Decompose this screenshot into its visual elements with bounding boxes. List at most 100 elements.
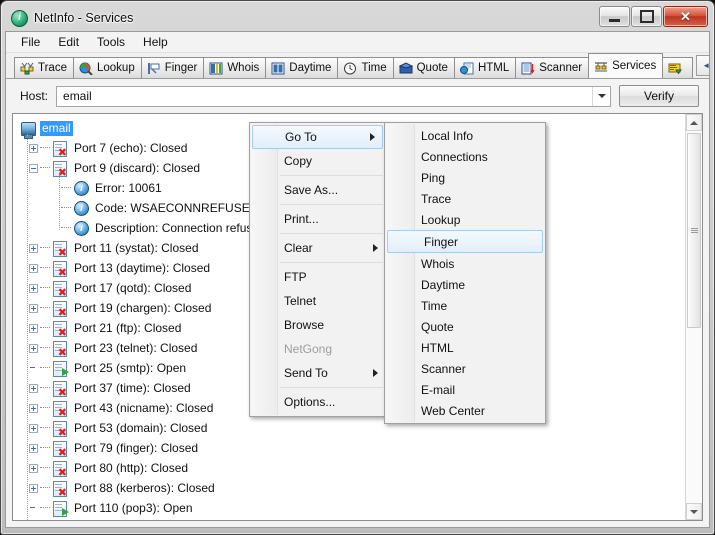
go-to-submenu[interactable]: Local InfoConnectionsPingTraceLookupFing… (384, 122, 546, 424)
submenu-item[interactable]: Connections (385, 146, 545, 167)
maximize-button[interactable] (631, 6, 662, 27)
doc-closed-icon: ✖ (53, 241, 68, 256)
verify-button[interactable]: Verify (619, 85, 699, 107)
expand-plus-icon[interactable] (29, 244, 38, 253)
close-button[interactable]: ✕ (663, 6, 708, 27)
tab-html[interactable]: HTML (454, 57, 516, 78)
scroll-thumb[interactable] (687, 133, 701, 328)
submenu-item[interactable]: Local Info (385, 125, 545, 146)
submenu-item[interactable]: Trace (385, 188, 545, 209)
tab-daytime[interactable]: Daytime (265, 57, 338, 78)
expand-plus-icon[interactable] (29, 324, 38, 333)
submenu-arrow-icon (373, 244, 378, 252)
host-dropdown-button[interactable] (592, 87, 610, 106)
expand-plus-icon[interactable] (29, 264, 38, 273)
tab-services[interactable]: Services (588, 53, 663, 78)
context-menu-item[interactable]: Copy (250, 149, 385, 173)
minimize-button[interactable] (599, 6, 630, 27)
tree-node[interactable]: ✖Port 88 (kerberos): Closed (19, 478, 685, 498)
expand-plus-icon[interactable] (29, 284, 38, 293)
tree-connector (40, 147, 50, 149)
lookup-icon (79, 62, 93, 75)
submenu-arrow-icon (373, 369, 378, 377)
scroll-down-button[interactable] (686, 503, 702, 520)
menu-edit[interactable]: Edit (49, 33, 88, 51)
context-menu-item-label: Options... (284, 395, 335, 409)
expand-plus-icon[interactable] (29, 344, 38, 353)
submenu-item-label: Daytime (421, 278, 465, 292)
tab-time[interactable]: Time (337, 57, 393, 78)
doc-closed-icon: ✖ (53, 141, 68, 156)
title-bar[interactable]: i NetInfo - Services ✕ (5, 5, 710, 31)
collapse-minus-icon[interactable] (29, 164, 38, 173)
expand-plus-icon[interactable] (29, 444, 38, 453)
doc-closed-icon: ✖ (53, 161, 68, 176)
scroll-track[interactable] (686, 131, 702, 503)
menu-file[interactable]: File (12, 33, 49, 51)
tab-scanner[interactable]: Scanner (515, 57, 589, 78)
submenu-item[interactable]: Lookup (385, 209, 545, 230)
context-menu-item-label: Copy (284, 154, 312, 168)
tree-node[interactable]: Port 110 (pop3): Open (19, 498, 685, 518)
chevron-down-icon (598, 94, 606, 98)
context-menu-item[interactable]: Telnet (250, 289, 385, 313)
tree-node[interactable]: ✖Port 79 (finger): Closed (19, 438, 685, 458)
host-combobox[interactable]: email (56, 86, 611, 107)
expand-plus-icon[interactable] (29, 144, 38, 153)
menu-tools[interactable]: Tools (88, 33, 134, 51)
context-menu-item[interactable]: Send To (250, 361, 385, 385)
context-menu-item[interactable]: Options... (250, 390, 385, 414)
submenu-item[interactable]: Ping (385, 167, 545, 188)
context-menu-item[interactable]: Save As... (250, 178, 385, 202)
host-input[interactable]: email (57, 89, 592, 103)
scroll-up-button[interactable] (686, 114, 702, 131)
tab-email[interactable] (662, 57, 693, 78)
context-menu-item[interactable]: Clear (250, 236, 385, 260)
submenu-item[interactable]: Web Center (385, 400, 545, 421)
expand-plus-icon[interactable] (29, 404, 38, 413)
submenu-item[interactable]: Daytime (385, 274, 545, 295)
tree-node-label: Port 11 (systat): Closed (72, 241, 201, 256)
expand-plus-icon[interactable] (29, 384, 38, 393)
submenu-item[interactable]: Quote (385, 316, 545, 337)
expand-plus-icon[interactable] (29, 484, 38, 493)
tab-trace[interactable]: Trace (14, 57, 74, 78)
tree-connector (61, 227, 71, 229)
tab-strip: Trace Lookup Finger (6, 53, 709, 79)
submenu-item[interactable]: Finger (387, 230, 543, 253)
tree-vertical-scrollbar[interactable] (685, 114, 702, 520)
tree-node-label: Port 79 (finger): Closed (72, 441, 200, 456)
tree-node-label: Port 110 (pop3): Open (72, 501, 195, 516)
context-menu-item[interactable]: Browse (250, 313, 385, 337)
html-icon (460, 62, 474, 75)
submenu-item[interactable]: HTML (385, 337, 545, 358)
context-menu-item[interactable]: Go To (252, 125, 383, 149)
minimize-icon (609, 19, 620, 22)
submenu-item[interactable]: E-mail (385, 379, 545, 400)
tab-nav-prev-button[interactable]: ◄ (696, 55, 710, 76)
tree-node[interactable]: Port 111 (sunrpc): Open (19, 518, 685, 520)
expand-plus-icon[interactable] (29, 424, 38, 433)
context-menu-item-label: Telnet (284, 294, 316, 308)
expand-plus-icon[interactable] (29, 304, 38, 313)
tab-label: HTML (478, 62, 509, 74)
context-menu-item[interactable]: FTP (250, 265, 385, 289)
tree-node[interactable]: ✖Port 53 (domain): Closed (19, 418, 685, 438)
tree-node[interactable]: ✖Port 80 (http): Closed (19, 458, 685, 478)
submenu-item[interactable]: Time (385, 295, 545, 316)
context-menu[interactable]: Go To Copy Save As... Print... Clear FTP Telne… (249, 122, 386, 417)
submenu-item-label: Time (421, 299, 447, 313)
tab-finger[interactable]: Finger (141, 57, 205, 78)
expand-plus-icon[interactable] (29, 464, 38, 473)
menu-help[interactable]: Help (134, 33, 177, 51)
tab-quote[interactable]: Quote (393, 57, 455, 78)
context-menu-item[interactable]: Print... (250, 207, 385, 231)
tab-lookup[interactable]: Lookup (73, 57, 142, 78)
submenu-item[interactable]: Whois (385, 253, 545, 274)
tree-node-label: Description: Connection refused (93, 221, 268, 236)
tree-node-label: Error: 10061 (93, 181, 164, 196)
tree-connector (40, 447, 50, 449)
submenu-item[interactable]: Scanner (385, 358, 545, 379)
tab-whois[interactable]: Whois (203, 57, 266, 78)
doc-closed-icon: ✖ (53, 321, 68, 336)
